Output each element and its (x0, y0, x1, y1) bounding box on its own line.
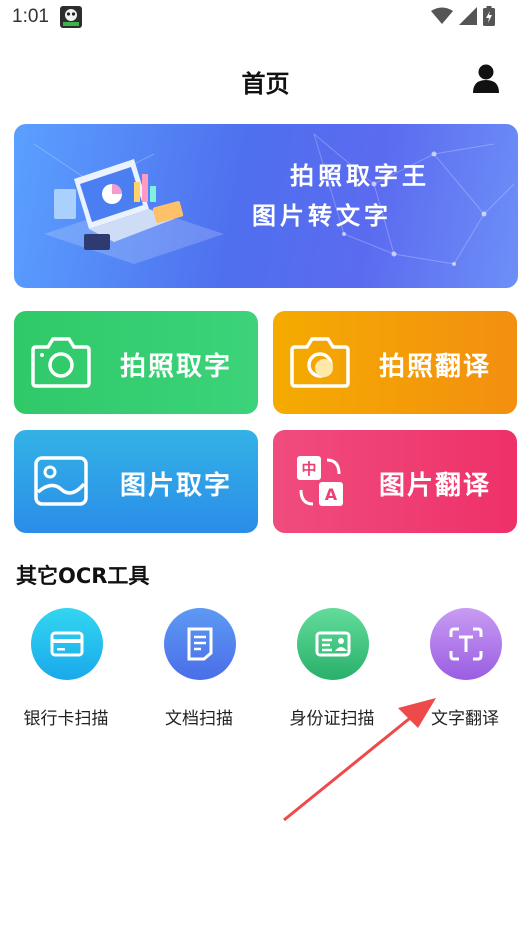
person-icon (473, 64, 499, 93)
app-notification-icon (60, 6, 82, 28)
bank-card-icon (31, 608, 103, 680)
banner-title-line2: 图片转文字 (252, 202, 392, 230)
document-icon (164, 608, 236, 680)
tool-bank-card-scan[interactable]: 银行卡扫描 (0, 608, 132, 729)
feature-label: 拍照翻译 (379, 352, 492, 382)
svg-text:A: A (325, 485, 338, 504)
camera-icon (30, 333, 92, 391)
red-arrow-icon (283, 698, 436, 822)
feature-photo-ocr[interactable]: 拍照取字 (14, 311, 258, 414)
signal-icon (459, 7, 477, 29)
feature-image-translate[interactable]: 中 A 图片翻译 (273, 430, 517, 533)
top-header: 首页 (0, 56, 531, 104)
text-scan-icon (430, 608, 502, 680)
camera-translate-icon (289, 333, 351, 391)
wifi-icon (431, 7, 453, 29)
battery-charging-icon (483, 6, 495, 30)
feature-label: 图片翻译 (379, 471, 492, 501)
tool-document-scan[interactable]: 文档扫描 (133, 608, 265, 729)
image-icon (30, 452, 92, 510)
section-title: 其它OCR工具 (16, 564, 150, 588)
banner-title-line1: 拍照取字王 (290, 162, 430, 190)
feature-label: 拍照取字 (120, 352, 233, 382)
translate-icon: 中 A (289, 452, 351, 510)
feature-photo-translate[interactable]: 拍照翻译 (273, 311, 517, 414)
tool-label: 银行卡扫描 (23, 709, 109, 729)
tool-label: 文档扫描 (165, 709, 233, 729)
status-icons (431, 6, 495, 30)
feature-label: 图片取字 (120, 471, 233, 501)
status-time: 1:01 (12, 6, 49, 27)
id-card-icon (297, 608, 369, 680)
page-title: 首页 (241, 70, 290, 98)
svg-text:中: 中 (301, 460, 316, 478)
status-bar: 1:01 (0, 0, 531, 36)
feature-image-ocr[interactable]: 图片取字 (14, 430, 258, 533)
profile-button[interactable] (470, 62, 502, 94)
promo-banner[interactable]: 拍照取字王 图片转文字 (14, 124, 518, 288)
